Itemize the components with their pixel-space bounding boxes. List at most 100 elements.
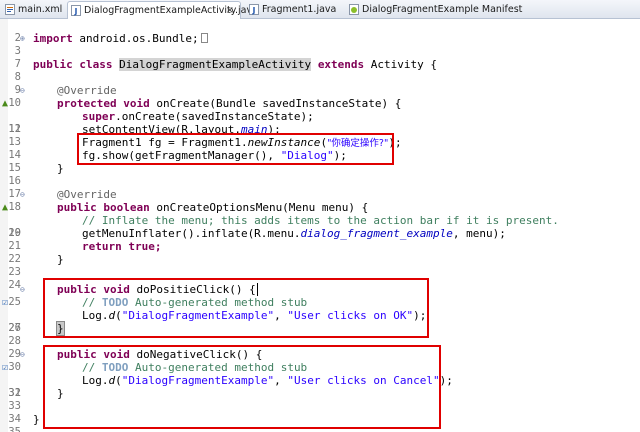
code-fragment: setContentView(R.layout. (82, 123, 241, 136)
comment: // TODO Auto-generated method stub (82, 296, 307, 309)
string-literal: "你确定操作?" (327, 138, 389, 149)
fold-collapse-icon[interactable]: ⊖ (20, 189, 25, 200)
keyword: public (57, 283, 97, 296)
keyword: return (82, 240, 122, 253)
code-line-21: 21 getMenuInflater().inflate(R.menu.dial… (0, 227, 640, 252)
tab-dialog-fragment-example-activity[interactable]: J DialogFragmentExampleActivity.java × (67, 1, 258, 20)
code-line-18: 18 ⊖ @Override (0, 188, 640, 213)
code-fragment: getMenuInflater().inflate(R.menu. (82, 227, 301, 240)
fold-collapse-icon[interactable]: ⊖ (20, 85, 25, 96)
code-text: public class DialogFragmentExampleActivi… (33, 58, 437, 71)
code-fragment: ); (439, 374, 453, 387)
fold-collapse-icon[interactable]: ⊖ (20, 284, 25, 295)
code-fragment: , menu); (452, 227, 506, 240)
code-fragment: doPositieClick() { (129, 283, 256, 296)
code-fragment: ); (413, 309, 427, 322)
todo-tag: TODO (101, 361, 129, 374)
tab-manifest[interactable]: DialogFragmentExample Manifest (346, 1, 522, 19)
code-line-34: 34 (0, 400, 640, 425)
code-line-15: 15 fg.show(getFragmentManager(), "Dialog… (0, 149, 640, 174)
java-file-icon: J (249, 4, 259, 15)
code-text: protected void onCreate(Bundle savedInst… (57, 97, 401, 110)
code-text: setContentView(R.layout.main); (82, 123, 281, 136)
code-line-11: ▲ 11 protected void onCreate(Bundle save… (0, 97, 640, 135)
string-literal: "User clicks on OK" (287, 309, 414, 322)
tab-label: Fragment1.java (262, 4, 337, 15)
override-marker-icon[interactable]: ▲ (0, 98, 10, 109)
code-fragment: , (274, 309, 288, 322)
import-statement: android.os.Bundle; (72, 32, 199, 45)
code-text: public boolean onCreateOptionsMenu(Menu … (57, 201, 368, 214)
fold-collapse-icon[interactable]: ⊖ (20, 349, 25, 360)
code-line-32: 32 Log.d("DialogFragmentExample", "User … (0, 374, 640, 399)
code-line-26: ☑ 26 // TODO Auto-generated method stub (0, 296, 640, 334)
comment-prefix: // (82, 361, 102, 374)
code-text: @Override (57, 188, 117, 201)
code-fragment: , (274, 374, 288, 387)
code-text: } (33, 413, 40, 426)
tab-label: main.xml (18, 4, 63, 15)
code-text: getMenuInflater().inflate(R.menu.dialog_… (82, 227, 506, 240)
editor-tab-bar: main.xml J DialogFragmentExampleActivity… (0, 0, 640, 20)
annotation: @Override (57, 84, 117, 97)
code-line-28: 28 } (0, 321, 640, 347)
code-fragment: fg.show(getFragmentManager(), (82, 149, 281, 162)
code-line-8: 8 public class DialogFragmentExampleActi… (0, 58, 640, 83)
code-line-2: 2 (0, 19, 640, 44)
code-fragment: ); (267, 123, 281, 136)
keyword: void (123, 97, 150, 110)
code-fragment: Log. (82, 374, 109, 387)
line-number: 35 (8, 426, 21, 432)
string-literal: "Dialog" (280, 149, 334, 162)
code-line-23: 23 } (0, 253, 640, 278)
code-line-27: 27 Log.d("DialogFragmentExample", "User … (0, 309, 640, 334)
code-fragment: onCreateOptionsMenu(Menu menu) { (149, 201, 369, 214)
todo-tag: TODO (101, 296, 129, 309)
keyword: super (82, 110, 116, 123)
code-line-10: 10 ⊖ @Override (0, 84, 640, 109)
svg-text:J: J (252, 6, 256, 15)
code-fragment: Activity { (364, 58, 438, 71)
keyword: public (33, 58, 73, 71)
code-fragment: ); (333, 149, 347, 162)
code-editor[interactable]: 2 3 ⊕ import android.os.Bundle; 7 8 publ… (0, 19, 640, 432)
fold-expand-icon[interactable]: ⊕ (20, 33, 25, 44)
tab-fragment1-java[interactable]: J Fragment1.java (246, 1, 342, 19)
code-text: public void doNegativeClick() { (57, 348, 262, 361)
comment-text: Auto-generated method stub (128, 361, 308, 374)
keyword: class (79, 58, 113, 71)
keyword: void (103, 348, 130, 361)
code-text: Fragment1 fg = Fragment1.newInstance("你确… (82, 136, 402, 150)
string-literal: "User clicks on Cancel" (287, 374, 440, 387)
code-text: } (57, 387, 64, 400)
tab-main-xml[interactable]: main.xml (2, 1, 62, 19)
bracket-match: } (56, 321, 65, 336)
code-text: Log.d("DialogFragmentExample", "User cli… (82, 374, 453, 387)
code-line-12: 12 super.onCreate(savedInstanceState); (0, 110, 640, 135)
string-literal: "DialogFragmentExample" (121, 374, 275, 387)
close-tab-icon[interactable]: × (226, 2, 234, 19)
code-fragment: Log. (82, 309, 109, 322)
code-fragment: ( (115, 374, 122, 387)
override-marker-icon[interactable]: ▲ (0, 202, 10, 213)
task-marker-icon[interactable]: ☑ (0, 362, 10, 373)
code-text: return true; (82, 240, 162, 253)
folded-imports-icon[interactable] (200, 33, 208, 43)
code-line-30: 30 ⊖ public void doNegativeClick() { (0, 348, 640, 373)
static-field: dialog_fragment_example (300, 227, 453, 240)
code-text: public void doPositieClick() { (57, 283, 258, 296)
java-file-icon: J (71, 5, 81, 16)
android-manifest-icon (349, 4, 359, 15)
code-fragment: ( (115, 309, 122, 322)
static-field: main (240, 123, 268, 136)
code-fragment: .onCreate(savedInstanceState); (115, 110, 314, 123)
code-line-14: 14 Fragment1 fg = Fragment1.newInstance(… (0, 136, 640, 161)
code-line-20: 20 // Inflate the menu; this adds items … (0, 214, 640, 239)
keyword: true; (121, 240, 162, 253)
comment: // TODO Auto-generated method stub (82, 361, 307, 374)
code-text: @Override (57, 84, 117, 97)
code-text: import android.os.Bundle; (33, 32, 208, 45)
task-marker-icon[interactable]: ☑ (0, 297, 10, 308)
svg-text:J: J (74, 7, 78, 16)
class-name: DialogFragmentExampleActivity (119, 58, 312, 71)
